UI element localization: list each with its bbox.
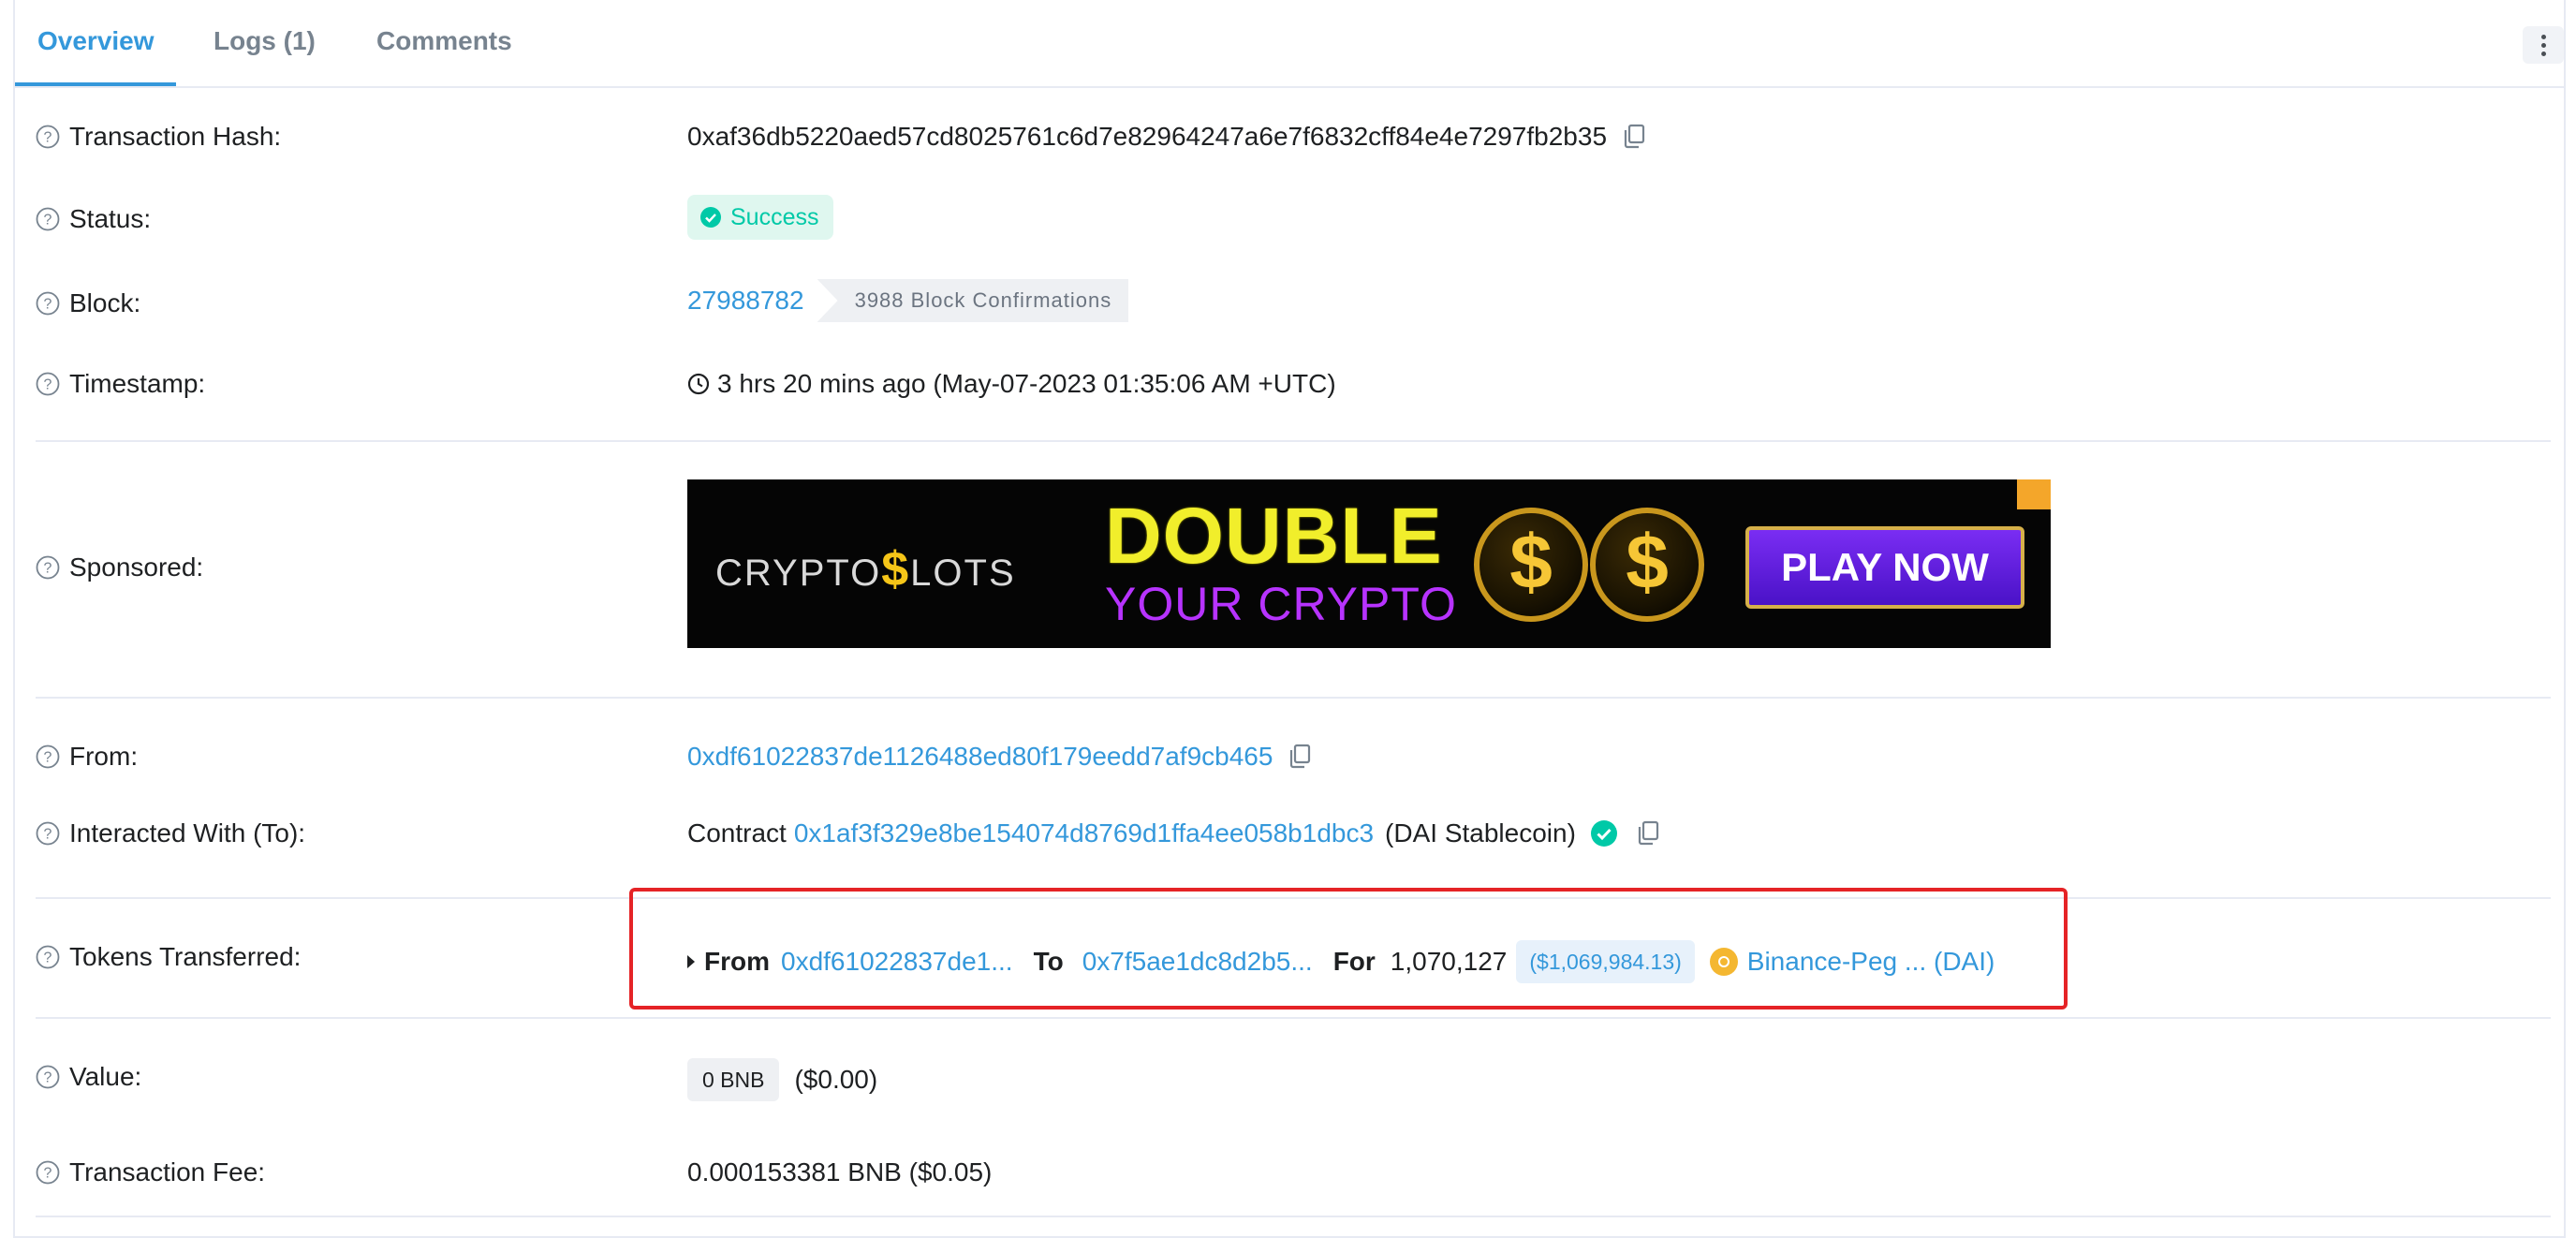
label-text: Value: bbox=[69, 1062, 142, 1091]
label-text: Status: bbox=[69, 204, 152, 233]
play-now-button[interactable]: PLAY NOW bbox=[1745, 526, 2024, 609]
help-icon[interactable]: ? bbox=[36, 821, 60, 846]
transaction-hash-text: 0xaf36db5220aed57cd8025761c6d7e82964247a… bbox=[687, 122, 1608, 151]
svg-text:?: ? bbox=[44, 561, 52, 577]
label-from: ? From: bbox=[36, 742, 138, 772]
ad-subheadline: YOUR CRYPTO bbox=[1105, 578, 1457, 630]
svg-text:?: ? bbox=[44, 297, 52, 313]
svg-text:?: ? bbox=[44, 377, 52, 393]
check-circle-icon bbox=[700, 207, 721, 228]
label-transaction-hash: ? Transaction Hash: bbox=[36, 122, 281, 152]
label-block: ? Block: bbox=[36, 288, 140, 318]
svg-text:?: ? bbox=[44, 750, 52, 766]
clock-icon bbox=[687, 373, 710, 395]
label-text: Tokens Transferred: bbox=[69, 942, 302, 971]
more-dot-icon bbox=[2541, 52, 2546, 56]
help-icon[interactable]: ? bbox=[36, 945, 60, 969]
value-interacted-with: Contract 0x1af3f329e8be154074d8769d1ffa4… bbox=[687, 818, 1660, 848]
label-text: Sponsored: bbox=[69, 553, 204, 582]
ad-brand-text: CRYPTO bbox=[715, 553, 882, 594]
ad-brand-dollar: $ bbox=[881, 542, 911, 597]
value-transaction-fee: 0.000153381 BNB ($0.05) bbox=[687, 1157, 992, 1187]
svg-text:?: ? bbox=[44, 1070, 52, 1086]
help-icon[interactable]: ? bbox=[36, 744, 60, 769]
sponsored-banner-ad[interactable]: CRYPTO$LOTS DOUBLE YOUR CRYPTO $ $ PLAY … bbox=[687, 479, 2051, 648]
value-transaction-hash: 0xaf36db5220aed57cd8025761c6d7e82964247a… bbox=[687, 122, 1646, 152]
status-text: Success bbox=[730, 203, 819, 230]
status-badge: Success bbox=[687, 195, 834, 240]
help-icon[interactable]: ? bbox=[36, 1065, 60, 1089]
value-usd: ($0.00) bbox=[794, 1065, 878, 1094]
label-transaction-fee: ? Transaction Fee: bbox=[36, 1157, 265, 1187]
label-text: Interacted With (To): bbox=[69, 818, 306, 847]
active-tab-indicator bbox=[15, 82, 176, 86]
value-block: 27988782 3988 Block Confirmations bbox=[687, 279, 1129, 322]
verified-check-icon bbox=[1590, 820, 1617, 847]
tab-logs[interactable]: Logs (1) bbox=[213, 26, 316, 56]
label-text: From: bbox=[69, 742, 139, 771]
contract-name: (DAI Stablecoin) bbox=[1385, 818, 1576, 847]
copy-icon[interactable] bbox=[1622, 124, 1646, 150]
help-icon[interactable]: ? bbox=[36, 372, 60, 396]
svg-text:?: ? bbox=[44, 213, 52, 228]
block-number-link[interactable]: 27988782 bbox=[687, 286, 804, 316]
contract-prefix: Contract bbox=[687, 818, 787, 847]
label-status: ? Status: bbox=[36, 204, 151, 234]
divider bbox=[36, 1017, 2551, 1019]
label-tokens-transferred: ? Tokens Transferred: bbox=[36, 942, 301, 972]
divider bbox=[36, 697, 2551, 699]
tab-bar: Overview Logs (1) Comments bbox=[15, 0, 2564, 88]
value-bnb-chip: 0 BNB bbox=[687, 1058, 780, 1101]
tab-overview[interactable]: Overview bbox=[37, 26, 155, 56]
ad-headline: DOUBLE bbox=[1105, 492, 1443, 580]
copy-icon[interactable] bbox=[1636, 820, 1660, 847]
svg-text:?: ? bbox=[44, 130, 52, 146]
more-options-button[interactable] bbox=[2523, 26, 2564, 64]
dollar-coin-icon: $ bbox=[1474, 508, 1588, 622]
row-sponsored: ? Sponsored: CRYPTO$LOTS DOUBLE YOUR CRY… bbox=[36, 479, 2564, 648]
label-interacted-with: ? Interacted With (To): bbox=[36, 818, 305, 848]
svg-text:?: ? bbox=[44, 951, 52, 966]
value-timestamp: 3 hrs 20 mins ago (May-07-2023 01:35:06 … bbox=[687, 369, 1336, 399]
copy-icon[interactable] bbox=[1288, 744, 1312, 770]
value-value: 0 BNB ($0.00) bbox=[687, 1058, 877, 1101]
transaction-card: Overview Logs (1) Comments ? Transaction… bbox=[13, 0, 2566, 1238]
label-text: Transaction Fee: bbox=[69, 1157, 266, 1186]
ad-brand-logo: CRYPTO$LOTS bbox=[715, 541, 1016, 597]
label-sponsored: ? Sponsored: bbox=[36, 553, 203, 582]
timestamp-text: 3 hrs 20 mins ago (May-07-2023 01:35:06 … bbox=[717, 369, 1336, 398]
help-icon[interactable]: ? bbox=[36, 555, 60, 580]
more-dot-icon bbox=[2541, 43, 2546, 48]
divider bbox=[36, 440, 2551, 442]
help-icon[interactable]: ? bbox=[36, 207, 60, 231]
contract-address-link[interactable]: 0x1af3f329e8be154074d8769d1ffa4ee058b1db… bbox=[794, 818, 1374, 848]
highlight-annotation-box bbox=[629, 888, 2068, 1010]
divider bbox=[36, 1216, 2551, 1217]
from-address-link[interactable]: 0xdf61022837de1126488ed80f179eedd7af9cb4… bbox=[687, 742, 1273, 772]
block-confirmations-badge: 3988 Block Confirmations bbox=[817, 279, 1129, 322]
label-timestamp: ? Timestamp: bbox=[36, 369, 205, 399]
tab-comments[interactable]: Comments bbox=[376, 26, 512, 56]
help-icon[interactable]: ? bbox=[36, 125, 60, 149]
svg-text:?: ? bbox=[44, 1166, 52, 1182]
help-icon[interactable]: ? bbox=[36, 291, 60, 316]
dollar-coin-icon: $ bbox=[1590, 508, 1704, 622]
label-value: ? Value: bbox=[36, 1062, 141, 1092]
transaction-fee-text: 0.000153381 BNB ($0.05) bbox=[687, 1157, 993, 1186]
help-icon[interactable]: ? bbox=[36, 1160, 60, 1185]
ad-brand-text: LOTS bbox=[910, 553, 1016, 594]
label-text: Transaction Hash: bbox=[69, 122, 282, 151]
value-from: 0xdf61022837de1126488ed80f179eedd7af9cb4… bbox=[687, 742, 1312, 772]
value-status: Success bbox=[687, 195, 834, 240]
more-dot-icon bbox=[2541, 35, 2546, 39]
ad-info-icon[interactable] bbox=[2017, 479, 2051, 509]
svg-text:?: ? bbox=[44, 827, 52, 843]
label-text: Block: bbox=[69, 288, 141, 317]
label-text: Timestamp: bbox=[69, 369, 206, 398]
